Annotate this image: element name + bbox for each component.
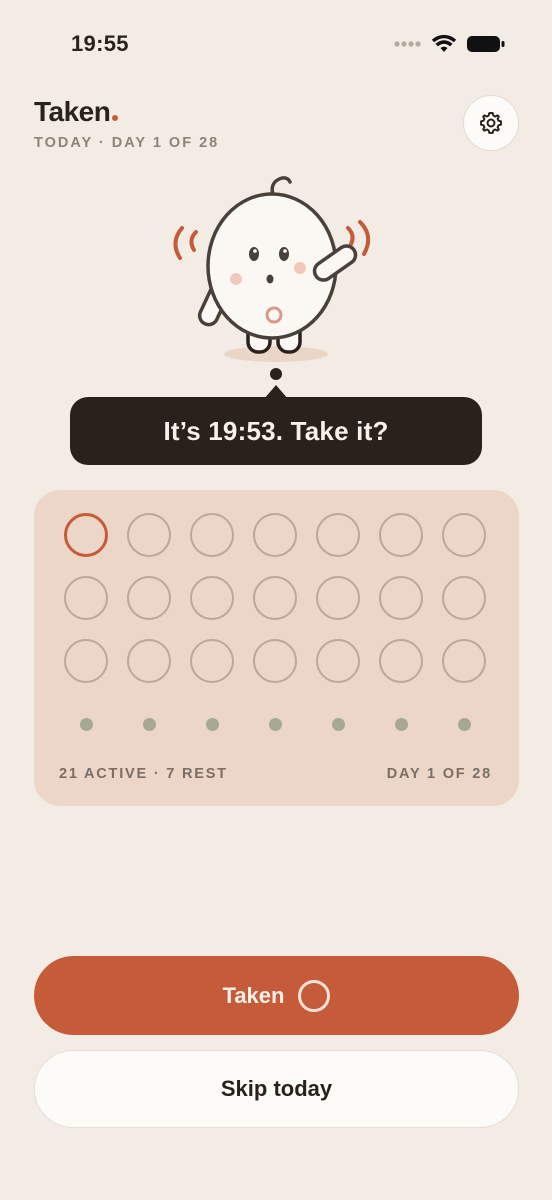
pill[interactable]: [190, 513, 234, 557]
pill[interactable]: [190, 576, 234, 620]
pill[interactable]: [253, 513, 297, 557]
pill[interactable]: [379, 639, 423, 683]
rest-day-dot: [79, 717, 93, 731]
pill[interactable]: [64, 576, 108, 620]
pill[interactable]: [442, 576, 486, 620]
status-icons: [394, 34, 506, 54]
battery-icon: [467, 36, 505, 52]
reminder-bubble: It’s 19:53. Take it?: [70, 397, 482, 465]
rest-day-dot: [205, 717, 219, 731]
pill[interactable]: [442, 513, 486, 557]
skip-today-button[interactable]: Skip today: [34, 1050, 519, 1128]
reminder-text: It’s 19:53. Take it?: [163, 415, 389, 446]
pill[interactable]: [379, 576, 423, 620]
pill[interactable]: [127, 576, 171, 620]
pill[interactable]: [379, 513, 423, 557]
screen: 19:55 Taken TODAY · DAY 1 OF 28 It’s 19:…: [0, 0, 552, 1200]
pill[interactable]: [316, 513, 360, 557]
app-title-text: Taken: [34, 96, 111, 127]
day-subtitle: TODAY · DAY 1 OF 28: [34, 135, 220, 151]
rest-day-dot: [142, 717, 156, 731]
pill[interactable]: [316, 639, 360, 683]
pill-pack-card: 21 ACTIVE · 7 REST DAY 1 OF 28: [34, 490, 519, 806]
pill[interactable]: [442, 639, 486, 683]
active-pill-grid: [64, 513, 486, 683]
pill[interactable]: [190, 639, 234, 683]
pack-day-counter: DAY 1 OF 28: [386, 766, 492, 782]
rest-day-dot: [394, 717, 408, 731]
pill[interactable]: [316, 576, 360, 620]
pack-summary: 21 ACTIVE · 7 REST: [59, 766, 228, 782]
pill-mascot-illustration: [173, 176, 371, 362]
settings-button[interactable]: [463, 95, 519, 151]
rest-day-dot: [268, 717, 282, 731]
taken-button-label: Taken: [222, 982, 285, 1008]
status-time: 19:55: [71, 31, 129, 56]
rest-day-dot: [331, 717, 345, 731]
taken-ring-icon: [298, 979, 331, 1012]
pill[interactable]: [64, 639, 108, 683]
pill-today[interactable]: [64, 513, 108, 557]
rest-day-dot: [457, 717, 471, 731]
pill[interactable]: [127, 513, 171, 557]
pill[interactable]: [253, 576, 297, 620]
pill[interactable]: [253, 639, 297, 683]
wifi-icon: [431, 34, 457, 52]
gear-icon: [480, 112, 502, 134]
skip-button-label: Skip today: [220, 1076, 333, 1101]
rest-day-row: [64, 717, 486, 731]
app-title: Taken: [34, 96, 119, 128]
pill[interactable]: [127, 639, 171, 683]
taken-button[interactable]: Taken: [34, 956, 519, 1035]
bubble-pointer-dot: [270, 368, 282, 380]
brand-dot-icon: [112, 115, 119, 121]
signal-icon: [394, 41, 421, 47]
